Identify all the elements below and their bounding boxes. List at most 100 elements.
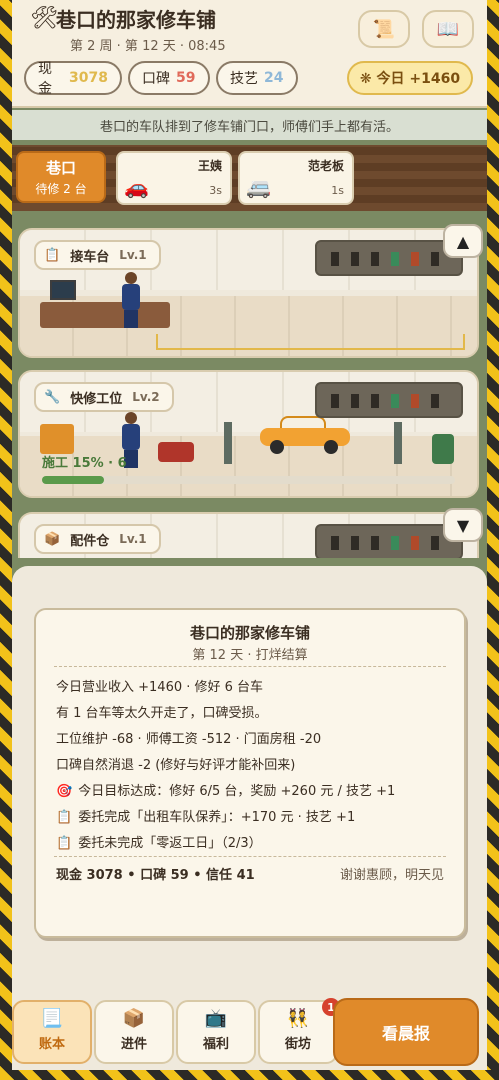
report-subtitle: 第 12 天 · 打烊结算: [192, 648, 308, 663]
report-line: 工位维护 -68 · 师傅工资 -512 · 门面房租 -20: [56, 732, 322, 747]
report-line: 今日营业收入 +1460 · 修好 6 台车: [56, 680, 264, 695]
report-farewell: 谢谢惠顾，明天见: [339, 868, 444, 883]
nav-label: 进件: [120, 1037, 147, 1052]
report-line-commission: 📋 委托完成「出租车队保养」：+170 元 · 技艺 +1: [56, 806, 355, 825]
report-line: 有 1 台车等太久开走了，口碑受损。: [56, 706, 268, 721]
chevron-down-icon: ▼: [456, 515, 470, 535]
queue-pending: 待修 2 台: [35, 182, 87, 196]
progress-fill: [42, 476, 104, 484]
repair-progress-bar: [42, 476, 455, 484]
scroll-icon: 📜: [372, 18, 396, 40]
clipboard-icon: 📋: [56, 810, 73, 825]
clipboard-icon: 📋: [44, 247, 61, 263]
chevron-up-icon: ▲: [456, 231, 470, 251]
skill-label: 技艺: [230, 71, 258, 87]
van-icon: 🚐: [246, 175, 271, 199]
station-parts-storage[interactable]: 📦 配件仓 Lv.1: [18, 512, 479, 558]
nav-neighbors-button[interactable]: 👯 街坊 1: [258, 998, 340, 1064]
station-quick-repair[interactable]: 施工 15% · 6 🔧 快修工位 Lv.2: [18, 370, 479, 498]
box-icon: 📦: [44, 531, 61, 547]
customer-name: 王姨: [197, 159, 222, 173]
divider: [54, 856, 446, 857]
report-title: 巷口的那家修车铺: [189, 624, 310, 642]
scroll-button[interactable]: 📜: [358, 10, 410, 48]
skill-value: 24: [264, 70, 284, 86]
nav-welfare-button[interactable]: 📺 福利: [176, 1000, 256, 1064]
lift-post: [224, 422, 232, 464]
commission-text: 委托完成「出租车队保养」：+170 元 · 技艺 +1: [78, 810, 356, 825]
station-label: 📋 接车台 Lv.1: [34, 240, 161, 270]
goal-text: 今日目标达成：修好 6/5 台，奖励 +260 元 / 技艺 +1: [78, 784, 396, 799]
progress-text: 施工 15% · 6: [42, 456, 127, 471]
report-summary: 现金 3078 • 口碑 59 • 信任 41: [56, 868, 255, 883]
box-icon: 📦: [122, 1008, 146, 1029]
hazard-stripe-bottom: [0, 1070, 499, 1080]
car-queue: 巷口 待修 2 台 🚗 王姨 3s 🚐 范老板 1s: [12, 145, 487, 211]
today-income-pill[interactable]: ❋ 今日 +1460: [347, 61, 473, 95]
monitor-icon: [50, 280, 76, 300]
shop-title: 巷口的那家修车铺: [56, 8, 216, 32]
reputation-pill: 口碑 59: [128, 61, 210, 95]
service-lane: [156, 334, 465, 350]
wait-time: 3s: [209, 184, 222, 197]
cash-pill: 现金 3078: [24, 61, 122, 97]
hazard-stripe-left: [0, 0, 12, 1080]
station-level: Lv.1: [119, 532, 147, 546]
status-message: 巷口的车队排到了修车铺门口，师傅们手上都有活。: [12, 110, 487, 140]
scroll-up-button[interactable]: ▲: [443, 224, 483, 258]
station-name: 配件仓: [70, 533, 110, 549]
nav-stock-button[interactable]: 📦 进件: [94, 1000, 174, 1064]
clipboard-icon: 📋: [56, 836, 73, 851]
hazard-stripe-right: [487, 0, 499, 1080]
reputation-value: 59: [176, 70, 196, 86]
top-bar: 🛠 巷口的那家修车铺 第 2 周 · 第 12 天 · 08:45 📜 📖 现金…: [12, 0, 487, 108]
cash-value: 3078: [69, 70, 108, 86]
commission-text: 委托未完成「零返工日」（2/3）: [78, 836, 262, 851]
customer-name: 范老板: [307, 159, 344, 173]
ledger-icon: 📃: [40, 1008, 64, 1029]
wrench-icon: 🔧: [44, 389, 61, 405]
station-name: 接车台: [70, 249, 110, 265]
report-line-commission: 📋 委托未完成「零返工日」（2/3）: [56, 832, 262, 851]
divider: [54, 666, 446, 667]
book-icon: 📖: [436, 18, 460, 40]
book-button[interactable]: 📖: [422, 10, 474, 48]
nav-label: 街坊: [284, 1037, 311, 1052]
tool-rack: [315, 524, 463, 558]
station-level: Lv.2: [132, 390, 160, 404]
cash-label: 现金: [38, 61, 52, 97]
reputation-label: 口碑: [142, 71, 170, 87]
queue-car-card[interactable]: 🚐 范老板 1s: [238, 151, 354, 205]
nav-label: 账本: [38, 1037, 65, 1052]
station-reception[interactable]: 📋 接车台 Lv.1: [18, 228, 479, 358]
tool-rack: [315, 382, 463, 418]
daily-report-card: 巷口的那家修车铺 第 12 天 · 打烊结算 今日营业收入 +1460 · 修好…: [34, 608, 466, 938]
morning-news-button[interactable]: 看晨报: [333, 998, 479, 1066]
station-label: 📦 配件仓 Lv.1: [34, 524, 161, 554]
mechanic-sprite: [122, 272, 140, 328]
station-label: 🔧 快修工位 Lv.2: [34, 382, 174, 412]
queue-location: 巷口: [45, 159, 76, 177]
lift-post: [394, 422, 402, 464]
scroll-down-button[interactable]: ▼: [443, 508, 483, 542]
station-level: Lv.1: [119, 248, 147, 262]
skill-pill: 技艺 24: [216, 61, 298, 95]
tool-rack: [315, 240, 463, 276]
report-line: 口碑自然消退 -2 (修好与好评才能补回来): [56, 758, 296, 773]
reception-counter: [40, 302, 170, 328]
wait-time: 1s: [331, 184, 344, 197]
station-name: 快修工位: [70, 391, 123, 407]
taxi-on-lift: [260, 414, 350, 454]
task-board-icon: [40, 424, 74, 454]
report-line-goal: 🎯 今日目标达成：修好 6/5 台，奖励 +260 元 / 技艺 +1: [56, 780, 395, 799]
queue-car-card[interactable]: 🚗 王姨 3s: [116, 151, 232, 205]
nav-ledger-button[interactable]: 📃 账本: [12, 1000, 92, 1064]
nav-label: 福利: [202, 1037, 229, 1052]
date-time: 第 2 周 · 第 12 天 · 08:45: [70, 39, 226, 54]
tools-logo-icon: 🛠: [30, 6, 58, 31]
target-icon: 🎯: [56, 784, 73, 799]
barrel-icon: [432, 434, 454, 464]
alley-queue-tag[interactable]: 巷口 待修 2 台: [16, 151, 106, 203]
toolbox-icon: [158, 442, 194, 462]
tv-icon: 📺: [204, 1008, 228, 1029]
